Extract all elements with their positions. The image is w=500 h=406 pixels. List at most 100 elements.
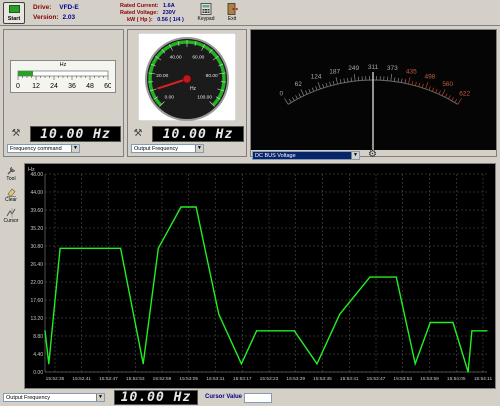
meter-tick-label: 0: [280, 90, 284, 97]
chart-x-tick: 15:54:11: [474, 376, 493, 382]
meter-tick-label: 187: [329, 68, 340, 75]
chart-y-tick: 39.60: [30, 208, 43, 214]
chart-y-tick: 0.00: [33, 370, 43, 376]
output-frequency-select-value: Output Frequency: [134, 146, 179, 152]
frequency-command-select[interactable]: Frequency command ▼: [7, 144, 80, 153]
chart-x-tick: 15:53:11: [206, 376, 225, 382]
chart-y-tick: 35.20: [30, 226, 43, 232]
keypad-icon: [200, 3, 212, 15]
meter-tick-label: 62: [295, 81, 303, 88]
chart-data-point: [240, 363, 243, 365]
chart-x-tick: 15:53:53: [393, 376, 412, 382]
drive-info: Drive: VFD-E: [33, 4, 79, 11]
keypad-button[interactable]: Keypad: [196, 3, 216, 24]
chart-x-tick: 15:53:41: [340, 376, 359, 382]
kw-info: kW ( Hp ): 0.56 ( 1/4 ): [127, 17, 184, 23]
chart-data-point: [195, 206, 197, 208]
chart-data-point: [180, 206, 182, 208]
gauge-hub: [182, 74, 192, 84]
tool-label: Tool: [6, 176, 16, 182]
trend-signal-select-value: Output Frequency: [6, 395, 51, 401]
chart-data-point: [414, 363, 416, 365]
output-frequency-select[interactable]: Output Frequency ▼: [131, 144, 204, 153]
chart-data-point: [471, 330, 473, 332]
chart-data-point: [467, 371, 469, 373]
meter-tick-label: 311: [368, 64, 379, 71]
dc-bus-voltage-panel: 0 62 124 187 249 311 373 435 498 560 622 DC BUS Vo…: [250, 29, 497, 160]
gauge-tick-label: 100.00: [197, 95, 212, 101]
chart-y-tick: 17.60: [30, 298, 43, 304]
rated-current-label: Rated Current:: [120, 3, 159, 9]
tool-wrench-icon: [7, 166, 15, 175]
meter-tick-label: 124: [311, 74, 322, 81]
start-button[interactable]: Start: [3, 2, 25, 24]
version-label: Version:: [33, 14, 59, 21]
meter-tick-label: 498: [424, 74, 435, 81]
trend-signal-select[interactable]: Output Frequency ▼: [3, 393, 105, 402]
chart-data-point: [316, 363, 318, 365]
rated-voltage-value: 230V: [162, 10, 176, 16]
meter-tick-label: 622: [459, 90, 470, 97]
cursor-value-field[interactable]: [244, 393, 272, 403]
bar-gauge-tick-label: 48: [86, 83, 94, 90]
kw-value: 0.56 ( 1/4 ): [157, 17, 184, 23]
bar-gauge-scale: 0 12 24 36 48 60: [16, 70, 111, 90]
settings-wrench-icon[interactable]: ⚒: [10, 128, 22, 140]
meter-tick-label: 373: [387, 65, 398, 72]
meter-tick-label: 435: [406, 68, 417, 75]
chart-data-point: [395, 276, 397, 278]
cursor-icon: [6, 208, 15, 218]
chart-x-tick: 15:52:35: [46, 376, 65, 382]
chart-x-tick: 15:53:47: [367, 376, 386, 382]
keypad-label: Keypad: [197, 16, 215, 22]
chart-y-tick: 8.80: [33, 334, 43, 340]
chart-y-tick: 13.20: [30, 316, 43, 322]
chart-x-tick: 15:52:41: [72, 376, 91, 382]
bar-gauge-tick-label: 36: [68, 83, 76, 90]
meter-tick-label: 249: [348, 65, 359, 72]
bar-gauge-tick-label: 24: [50, 83, 58, 90]
version-value: 2.03: [62, 14, 76, 21]
cursor-button[interactable]: Cursor: [3, 208, 19, 224]
bar-gauge-tick-label: 60: [104, 83, 111, 90]
gauge-tick-label: 60.00: [192, 55, 204, 61]
clear-label: Clear: [5, 197, 17, 203]
meter-tick-label: 560: [442, 81, 453, 88]
chart-data-point: [293, 330, 295, 332]
chart-x-tick: 15:54:05: [447, 376, 466, 382]
chart-x-tick: 15:52:47: [99, 376, 118, 382]
chart-x-tick: 15:53:29: [286, 376, 305, 382]
eraser-icon: [6, 188, 16, 197]
version-info: Version: 2.03: [33, 14, 75, 21]
drive-label: Drive:: [33, 4, 52, 11]
trend-chart[interactable]: Hz 48.00 44.00 39.60 35.20 30.80 26.40 22.00 17.…: [24, 163, 496, 389]
chart-x-tick: 15:52:59: [153, 376, 172, 382]
bar-gauge-fill: [18, 71, 34, 76]
chart-series-line: [44, 206, 487, 373]
start-label: Start: [7, 16, 21, 22]
tool-button[interactable]: Tool: [3, 166, 19, 182]
rated-current-info: Rated Current: 1.6A: [120, 3, 175, 9]
chart-data-point: [486, 330, 488, 332]
gear-icon[interactable]: ⚙: [367, 149, 378, 160]
clear-button[interactable]: Clear: [3, 187, 19, 203]
start-lamp-icon: [9, 5, 20, 13]
gauge-tick-label: 0.00: [165, 95, 175, 101]
chart-data-point: [369, 276, 371, 278]
dc-bus-voltage-select[interactable]: DC BUS Voltage ▼: [252, 151, 360, 160]
chart-x-tick: 15:52:53: [126, 376, 145, 382]
chart-x-tick: 15:53:35: [313, 376, 332, 382]
rated-voltage-label: Rated Voltage:: [120, 10, 159, 16]
cursor-label: Cursor: [3, 218, 19, 224]
chart-x-tick: 15:53:59: [420, 376, 439, 382]
exit-button[interactable]: Exit: [222, 3, 242, 24]
chart-data-point: [452, 321, 454, 324]
chart-y-tick: 48.00: [30, 172, 43, 178]
dc-bus-voltage-select-value: DC BUS Voltage: [255, 153, 296, 159]
dc-bus-voltage-meter: 0 62 124 187 249 311 373 435 498 560 622: [251, 30, 496, 150]
chart-data-point: [339, 313, 341, 315]
settings-wrench-icon[interactable]: ⚒: [132, 128, 144, 140]
chart-x-tick: 15:53:23: [260, 376, 279, 382]
gauge-unit: Hz: [190, 86, 197, 92]
exit-door-icon: [227, 3, 238, 15]
